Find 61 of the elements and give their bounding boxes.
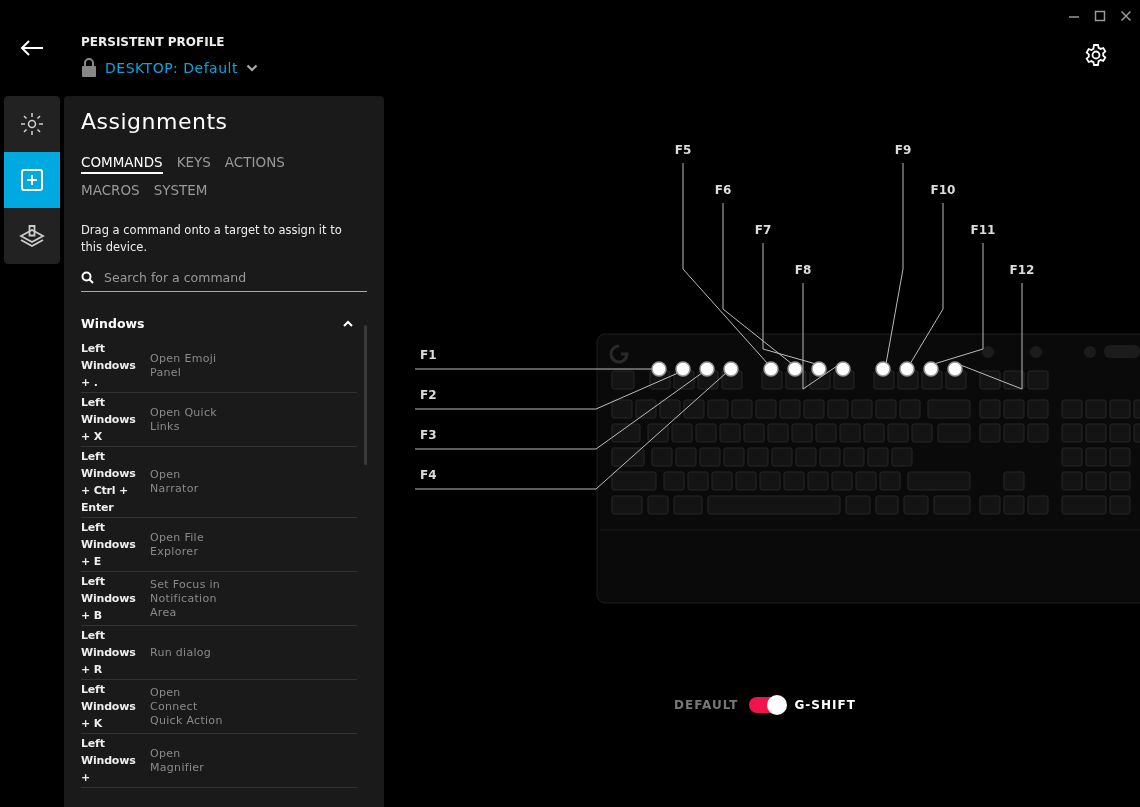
category-tab[interactable]: ACTIONS: [224, 154, 285, 174]
panel-title: Assignments: [81, 109, 229, 134]
category-tab[interactable]: SYSTEM: [153, 182, 208, 202]
chevron-down-icon: [245, 63, 258, 72]
command-name: Set Focus in Notification Area: [150, 577, 222, 620]
shortcut-keys: Left Windows + K: [81, 681, 147, 732]
mode-switch[interactable]: [748, 697, 785, 713]
callout-label: F10: [930, 183, 956, 197]
profile-dropdown[interactable]: DESKTOP: Default: [105, 59, 238, 76]
search-icon: [81, 271, 94, 284]
callout-label: F6: [714, 183, 732, 197]
category-tab[interactable]: MACROS: [81, 182, 140, 202]
callout-label: F3: [420, 428, 437, 442]
callout-label: F2: [420, 388, 437, 402]
command-name: Open Connect Quick Action: [150, 685, 224, 728]
settings-icon[interactable]: [1084, 43, 1108, 67]
shortcut-keys: Left Windows + Ctrl + Enter: [81, 448, 147, 516]
category-tab[interactable]: COMMANDS: [81, 154, 163, 174]
command-item[interactable]: Left Windows + . Open Emoji Panel: [81, 339, 357, 393]
back-arrow-icon: [20, 39, 44, 57]
light-icon: [19, 111, 45, 137]
default-mode-label: DEFAULT: [674, 698, 739, 712]
callout-label: F5: [674, 143, 692, 157]
command-name: Open Narrator: [150, 468, 200, 496]
callout-label: F7: [754, 223, 772, 237]
shortcut-keys: Left Windows +: [81, 735, 147, 786]
command-item[interactable]: Left Windows + B Set Focus in Notification Area: [81, 572, 357, 626]
shortcut-keys: Left Windows + E: [81, 519, 147, 570]
command-item[interactable]: Left Windows + Open Magnifier: [81, 734, 357, 788]
maximize-icon: [1094, 10, 1106, 22]
search-field[interactable]: Search for a command: [104, 270, 367, 285]
category-tab[interactable]: KEYS: [176, 154, 211, 174]
scrollbar[interactable]: [364, 325, 367, 465]
command-name: Open Magnifier: [150, 746, 206, 775]
command-item[interactable]: Left Windows + E Open File Explorer: [81, 518, 357, 572]
callout-label: F4: [420, 468, 437, 482]
plus-square-icon: [19, 167, 45, 193]
callout-label: F1: [420, 348, 437, 362]
command-item[interactable]: Left Windows + K Open Connect Quick Action: [81, 680, 357, 734]
command-name: Run dialog: [150, 645, 213, 660]
shortcut-keys: Left Windows + B: [81, 573, 147, 624]
callout-label: F8: [794, 263, 812, 277]
command-item[interactable]: Left Windows + R Run dialog: [81, 626, 357, 680]
callout-label: F9: [894, 143, 912, 157]
callout-label: F12: [1009, 263, 1035, 277]
command-name: Open File Explorer: [150, 530, 205, 559]
close-icon: [1120, 10, 1132, 22]
gshift-mode-label: G-SHIFT: [794, 698, 856, 712]
profile-caption: PERSISTENT PROFILE: [81, 35, 226, 49]
command-item[interactable]: Left Windows + Ctrl + Enter Open Narrator: [81, 447, 357, 518]
collapse-button[interactable]: [343, 320, 353, 327]
command-item[interactable]: Left Windows + X Open Quick Links: [81, 393, 357, 447]
section-title: Windows: [81, 316, 145, 331]
instructions-text: Drag a command onto a target to assign it to this device.: [81, 222, 343, 256]
shortcut-keys: Left Windows + R: [81, 627, 147, 678]
command-name: Open Quick Links: [150, 405, 218, 434]
shortcut-keys: Left Windows + X: [81, 394, 147, 445]
callout-label: F11: [970, 223, 996, 237]
joystick-icon: [18, 222, 46, 250]
command-name: Open Emoji Panel: [150, 351, 218, 380]
shortcut-keys: Left Windows + .: [81, 340, 147, 391]
